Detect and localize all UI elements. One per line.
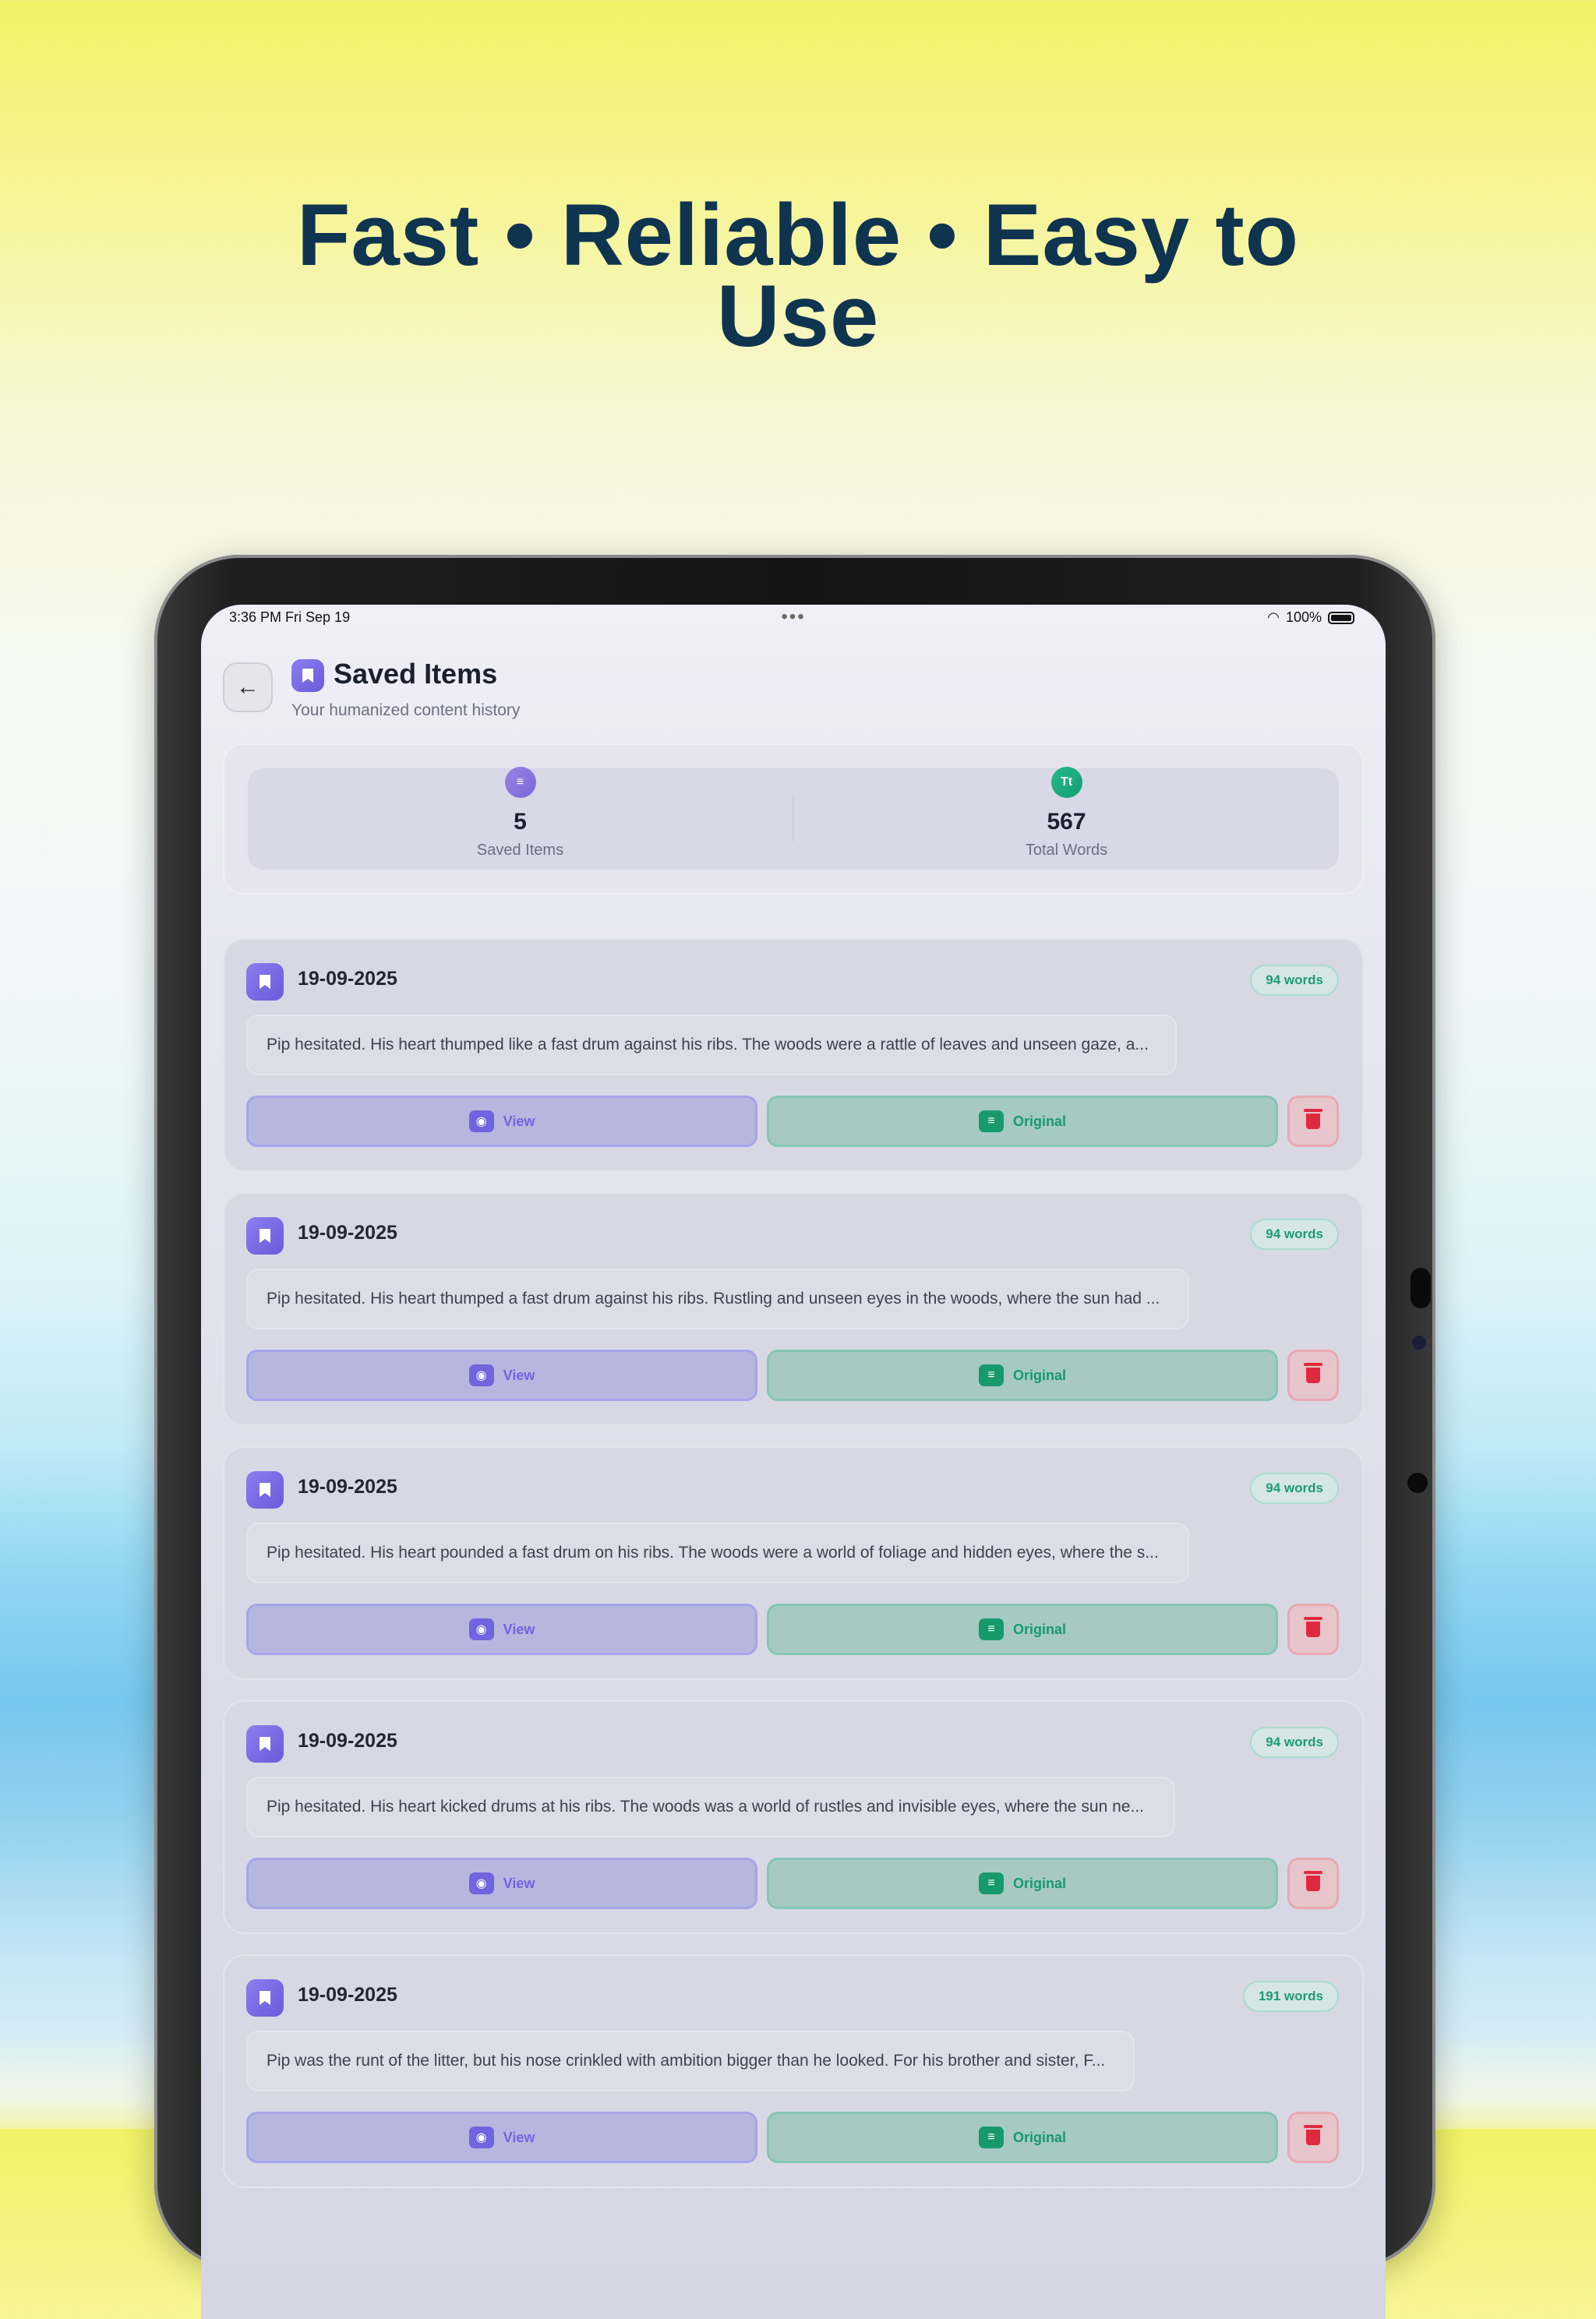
original-button[interactable]: ≡ Original: [767, 1350, 1278, 1401]
trash-icon: [1304, 1871, 1322, 1891]
item-date: 19-09-2025: [298, 968, 397, 990]
wifi-icon: ◠: [1267, 609, 1280, 625]
view-button[interactable]: ◉ View: [246, 2112, 757, 2163]
bookmark-icon: [246, 1979, 284, 2017]
view-label: View: [503, 1367, 535, 1383]
back-button[interactable]: ←: [223, 662, 273, 712]
view-button[interactable]: ◉ View: [246, 1858, 757, 1909]
arrow-left-icon: ←: [236, 674, 260, 700]
word-count-badge: 191 words: [1242, 1981, 1339, 2012]
view-label: View: [503, 2129, 535, 2145]
battery-icon: [1328, 611, 1354, 624]
app-screen: 3:36 PM Fri Sep 19 ••• ◠ 100% ← Saved It…: [201, 605, 1386, 2319]
view-button[interactable]: ◉ View: [246, 1096, 757, 1147]
item-date: 19-09-2025: [298, 1730, 397, 1752]
original-label: Original: [1012, 1113, 1066, 1129]
status-right: ◠ 100%: [1267, 609, 1354, 626]
tablet-device-frame: 3:36 PM Fri Sep 19 ••• ◠ 100% ← Saved It…: [154, 555, 1435, 2319]
trash-icon: [1304, 1617, 1322, 1637]
original-button[interactable]: ≡ Original: [767, 1096, 1278, 1147]
delete-button[interactable]: [1287, 2112, 1339, 2163]
saved-item-card[interactable]: 19-09-2025 94 words Pip hesitated. His h…: [223, 1700, 1364, 1934]
delete-button[interactable]: [1287, 1604, 1339, 1655]
eye-icon: ◉: [468, 2127, 494, 2148]
document-icon: ≡: [978, 2127, 1004, 2148]
word-count-badge: 94 words: [1250, 965, 1339, 996]
page-subtitle: Your humanized content history: [291, 701, 521, 719]
sensor-dot: [1412, 1336, 1426, 1350]
item-preview: Pip hesitated. His heart pounded a fast …: [246, 1523, 1189, 1583]
stat-value: 567: [1047, 809, 1086, 835]
marketing-headline: Fast • Reliable • Easy to Use: [0, 186, 1596, 365]
headline-line-1: Fast • Reliable • Easy to: [296, 186, 1300, 284]
item-preview: Pip hesitated. His heart thumped like a …: [246, 1015, 1177, 1075]
stat-label: Total Words: [1025, 842, 1108, 859]
saved-item-card[interactable]: 19-09-2025 94 words Pip hesitated. His h…: [223, 1446, 1364, 1680]
stat-saved-items: ≡ 5 Saved Items: [248, 767, 793, 870]
page-title: Saved Items: [334, 658, 498, 690]
eye-icon: ◉: [468, 1364, 494, 1386]
status-bar: 3:36 PM Fri Sep 19 ••• ◠ 100%: [201, 605, 1386, 636]
headline-line-2: Use: [716, 267, 880, 365]
item-date: 19-09-2025: [298, 1984, 397, 2006]
view-label: View: [503, 1621, 535, 1637]
original-label: Original: [1012, 1621, 1066, 1637]
saved-item-card[interactable]: 19-09-2025 191 words Pip was the runt of…: [223, 1954, 1364, 2188]
view-button[interactable]: ◉ View: [246, 1604, 757, 1655]
stat-total-words: Tt 567 Total Words: [794, 767, 1339, 870]
word-count-badge: 94 words: [1250, 1219, 1339, 1250]
view-label: View: [503, 1113, 535, 1129]
item-date: 19-09-2025: [298, 1476, 397, 1498]
bookmark-icon: [246, 1217, 284, 1255]
original-button[interactable]: ≡ Original: [767, 1858, 1278, 1909]
stats-card: ≡ 5 Saved Items Tt 567 Total Words: [223, 743, 1364, 895]
battery-percent: 100%: [1285, 609, 1322, 625]
original-label: Original: [1012, 2129, 1066, 2145]
multitasking-dots[interactable]: •••: [201, 606, 1386, 628]
saved-item-card[interactable]: 19-09-2025 94 words Pip hesitated. His h…: [223, 1192, 1364, 1426]
original-button[interactable]: ≡ Original: [767, 2112, 1278, 2163]
stat-value: 5: [514, 809, 527, 835]
text-size-icon: Tt: [1050, 767, 1082, 798]
document-icon: ≡: [978, 1872, 1004, 1894]
word-count-badge: 94 words: [1250, 1473, 1339, 1504]
saved-item-card[interactable]: 19-09-2025 94 words Pip hesitated. His h…: [223, 938, 1364, 1172]
item-date: 19-09-2025: [298, 1222, 397, 1244]
trash-icon: [1304, 1109, 1322, 1129]
item-preview: Pip hesitated. His heart kicked drums at…: [246, 1777, 1175, 1837]
stats-panel: ≡ 5 Saved Items Tt 567 Total Words: [248, 767, 1339, 870]
eye-icon: ◉: [468, 1872, 494, 1894]
stat-label: Saved Items: [476, 842, 564, 859]
view-label: View: [503, 1875, 535, 1891]
document-icon: ≡: [978, 1110, 1004, 1132]
bookmark-icon: [246, 1725, 284, 1763]
delete-button[interactable]: [1287, 1350, 1339, 1401]
bookmark-icon: [291, 659, 324, 692]
item-preview: Pip hesitated. His heart thumped a fast …: [246, 1269, 1189, 1329]
eye-icon: ◉: [468, 1110, 494, 1132]
document-icon: ≡: [978, 1364, 1004, 1386]
original-label: Original: [1012, 1875, 1066, 1891]
eye-icon: ◉: [468, 1618, 494, 1640]
trash-icon: [1304, 2125, 1322, 2145]
word-count-badge: 94 words: [1250, 1727, 1339, 1758]
original-button[interactable]: ≡ Original: [767, 1604, 1278, 1655]
view-button[interactable]: ◉ View: [246, 1350, 757, 1401]
side-button: [1411, 1268, 1431, 1308]
bookmark-icon: [246, 963, 284, 1001]
item-preview: Pip was the runt of the litter, but his …: [246, 2031, 1135, 2091]
document-icon: ≡: [504, 767, 536, 798]
delete-button[interactable]: [1287, 1096, 1339, 1147]
delete-button[interactable]: [1287, 1858, 1339, 1909]
trash-icon: [1304, 1363, 1322, 1383]
camera-lens: [1407, 1473, 1428, 1493]
document-icon: ≡: [978, 1618, 1004, 1640]
bookmark-icon: [246, 1471, 284, 1509]
original-label: Original: [1012, 1367, 1066, 1383]
